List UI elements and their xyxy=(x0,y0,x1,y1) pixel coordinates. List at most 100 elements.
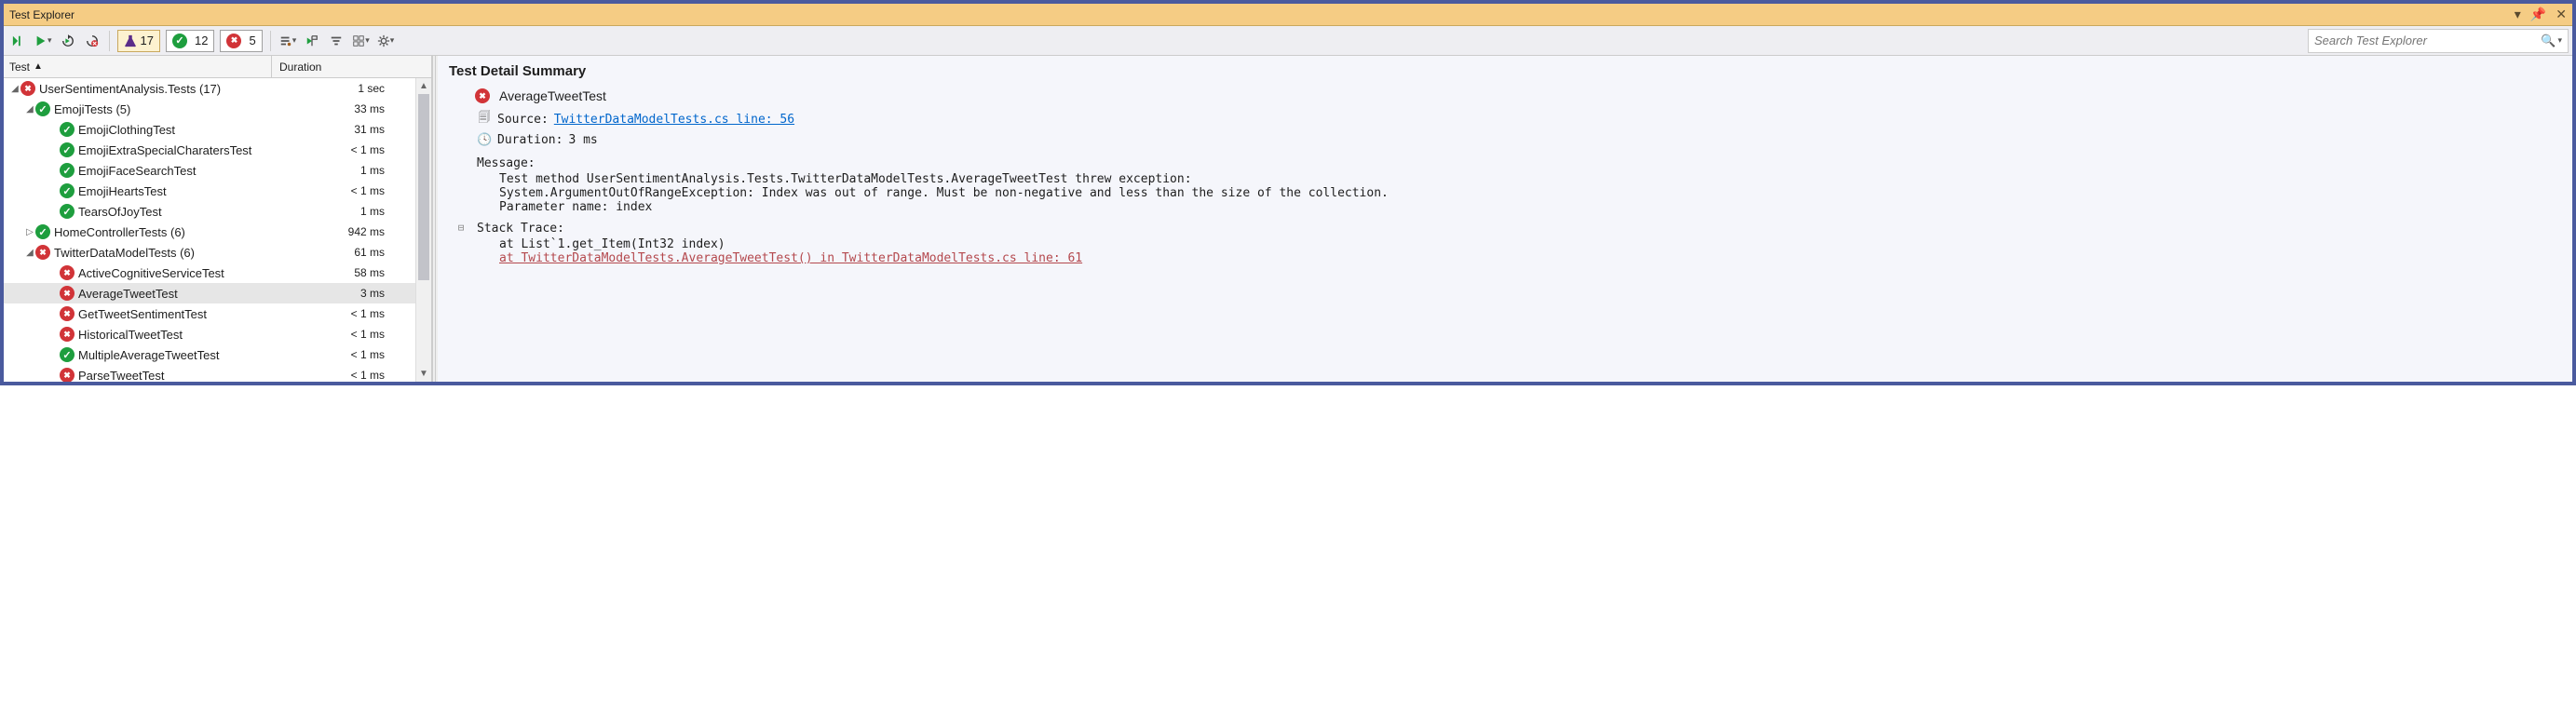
expander-icon[interactable]: ◢ xyxy=(24,248,35,258)
test-duration: < 1 ms xyxy=(272,328,431,341)
tree-row[interactable]: EmojiHeartsTest < 1 ms xyxy=(4,181,431,201)
scroll-track[interactable] xyxy=(416,280,431,366)
tree-row[interactable]: ▷HomeControllerTests (6)942 ms xyxy=(4,222,431,242)
detail-heading: Test Detail Summary xyxy=(449,63,2561,79)
tree-row[interactable]: ◢EmojiTests (5)33 ms xyxy=(4,99,431,119)
test-name: EmojiHeartsTest xyxy=(78,184,167,198)
expander-icon[interactable]: ◢ xyxy=(24,104,35,115)
tree-row[interactable]: ParseTweetTest < 1 ms xyxy=(4,365,431,382)
tree-row[interactable]: ◢ UserSentimentAnalysis.Tests (17) 1 sec xyxy=(4,78,431,99)
summary-passed-count: 12 xyxy=(195,34,208,47)
pass-icon xyxy=(60,347,75,362)
column-test[interactable]: Test ▲ xyxy=(4,56,272,77)
duration-value: 3 ms xyxy=(568,133,597,147)
test-tree[interactable]: ◢UserSentimentAnalysis.Tests (17)1 sec◢E… xyxy=(4,78,431,382)
run-button[interactable]: ▾ xyxy=(32,30,55,52)
pass-icon xyxy=(60,183,75,198)
pin-icon[interactable]: 📌 xyxy=(2530,7,2546,22)
test-duration: < 1 ms xyxy=(272,184,431,197)
test-tree-pane: Test ▲ Duration ◢ UserSentimentAnalysis.T… xyxy=(4,56,432,382)
test-name: TwitterDataModelTests (6) xyxy=(54,246,195,260)
summary-total[interactable]: 17 xyxy=(117,30,160,52)
vertical-scrollbar[interactable]: ▲ ▼ xyxy=(415,78,431,382)
tree-row[interactable]: MultipleAverageTweetTest < 1 ms xyxy=(4,344,431,365)
pass-icon xyxy=(60,204,75,219)
detail-pane: Test Detail Summary AverageTweetTest 🗐 S… xyxy=(438,56,2572,382)
run-all-button[interactable] xyxy=(7,30,30,52)
search-input[interactable] xyxy=(2314,34,2541,47)
pass-icon xyxy=(60,142,75,157)
test-duration: < 1 ms xyxy=(272,307,431,320)
group-by-button[interactable]: ▾ xyxy=(349,30,373,52)
scroll-thumb[interactable] xyxy=(418,94,429,280)
tree-row[interactable]: ◢TwitterDataModelTests (6)61 ms xyxy=(4,242,431,263)
column-duration[interactable]: Duration xyxy=(272,56,431,77)
fail-icon xyxy=(475,88,490,103)
column-duration-label: Duration xyxy=(279,61,321,74)
window-controls: ▾ 📌 ✕ xyxy=(2515,7,2567,22)
sort-ascending-icon: ▲ xyxy=(34,61,43,72)
summary-failed-count: 5 xyxy=(249,34,255,47)
settings-button[interactable]: ▾ xyxy=(374,30,398,52)
test-name: EmojiFaceSearchTest xyxy=(78,164,196,178)
close-icon[interactable]: ✕ xyxy=(2556,7,2567,22)
scroll-down-icon[interactable]: ▼ xyxy=(416,366,431,382)
test-name: AverageTweetTest xyxy=(78,287,178,301)
playlist-button[interactable]: ▾ xyxy=(277,30,300,52)
search-icon[interactable]: 🔍 xyxy=(2541,34,2556,48)
window-menu-icon[interactable]: ▾ xyxy=(2515,7,2521,22)
search-box[interactable]: 🔍 ▾ xyxy=(2308,29,2569,53)
test-duration: 1 sec xyxy=(272,82,431,95)
test-name: EmojiClothingTest xyxy=(78,123,175,137)
tree-row[interactable]: ActiveCognitiveServiceTest 58 ms xyxy=(4,263,431,283)
tree-row[interactable]: HistoricalTweetTest< 1 ms xyxy=(4,324,431,344)
pass-icon xyxy=(60,163,75,178)
tree-row[interactable]: TearsOfJoyTest1 ms xyxy=(4,201,431,222)
stack-line: at List`1.get_Item(Int32 index) xyxy=(477,237,2561,251)
stack-label: Stack Trace: xyxy=(477,222,2561,236)
summary-passed[interactable]: 12 xyxy=(166,30,214,52)
filter-button[interactable] xyxy=(325,30,347,52)
run-until-fail-button[interactable] xyxy=(301,30,323,52)
window-title: Test Explorer xyxy=(9,8,75,21)
tree-row[interactable]: EmojiExtraSpecialCharatersTest< 1 ms xyxy=(4,140,431,160)
outline-collapse-icon[interactable]: ⊟ xyxy=(454,222,468,234)
expander-icon[interactable]: ▷ xyxy=(24,227,35,237)
test-name: GetTweetSentimentTest xyxy=(78,307,207,321)
expander-icon[interactable]: ◢ xyxy=(9,84,20,94)
tree-row[interactable]: AverageTweetTest3 ms xyxy=(4,283,431,303)
cancel-run-button[interactable] xyxy=(81,30,103,52)
test-name: MultipleAverageTweetTest xyxy=(78,348,220,362)
toolbar: ▾ 17 12 5 ▾ ▾ ▾ 🔍 ▾ xyxy=(4,26,2572,56)
test-duration: 1 ms xyxy=(272,205,431,218)
tree-row[interactable]: GetTweetSentimentTest < 1 ms xyxy=(4,303,431,324)
source-icon: 🗐 xyxy=(477,109,492,129)
pass-icon xyxy=(60,122,75,137)
test-name: EmojiExtraSpecialCharatersTest xyxy=(78,143,251,157)
fail-icon xyxy=(60,327,75,342)
test-duration: < 1 ms xyxy=(272,369,431,382)
repeat-run-button[interactable] xyxy=(57,30,79,52)
summary-failed[interactable]: 5 xyxy=(220,30,262,52)
test-duration: < 1 ms xyxy=(272,348,431,361)
test-name: UserSentimentAnalysis.Tests (17) xyxy=(39,82,221,96)
fail-icon xyxy=(35,245,50,260)
tree-row[interactable]: EmojiClothingTest31 ms xyxy=(4,119,431,140)
test-duration: 58 ms xyxy=(272,266,431,279)
fail-icon xyxy=(60,306,75,321)
detail-test-name: AverageTweetTest xyxy=(499,88,606,103)
scroll-up-icon[interactable]: ▲ xyxy=(416,78,431,94)
test-duration: 942 ms xyxy=(272,225,431,238)
source-link[interactable]: TwitterDataModelTests.cs line: 56 xyxy=(554,113,794,127)
title-bar: Test Explorer ▾ 📌 ✕ xyxy=(4,4,2572,26)
toolbar-separator xyxy=(109,31,110,51)
main-area: Test ▲ Duration ◢ UserSentimentAnalysis.T… xyxy=(4,56,2572,382)
column-test-label: Test xyxy=(9,61,30,74)
test-name: ActiveCognitiveServiceTest xyxy=(78,266,224,280)
search-dropdown-icon[interactable]: ▾ xyxy=(2557,35,2562,46)
test-duration: 1 ms xyxy=(272,164,431,177)
tree-row[interactable]: EmojiFaceSearchTest 1 ms xyxy=(4,160,431,181)
stack-link[interactable]: at TwitterDataModelTests.AverageTweetTes… xyxy=(499,251,1082,265)
test-name: ParseTweetTest xyxy=(78,369,165,383)
message-body: Test method UserSentimentAnalysis.Tests.… xyxy=(477,172,2561,214)
